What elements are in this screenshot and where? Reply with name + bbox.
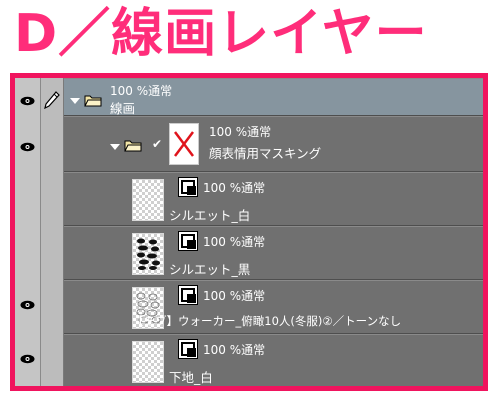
layer-thumbnail [132,179,164,221]
layer-list: 100 %通常 線画 ✔ 100 %通常 顔表情用マスキング 100 %通常 シ… [64,78,483,386]
check-icon[interactable]: ✔ [152,137,162,151]
raster-layer-icon [178,285,198,305]
expand-triangle-icon[interactable] [110,144,120,150]
layer-name: 線画 [110,101,136,116]
layer-name: シルエット_白 [169,208,251,223]
layer-row-face-mask[interactable]: ✔ 100 %通常 顔表情用マスキング [64,116,483,172]
layer-panel: 100 %通常 線画 ✔ 100 %通常 顔表情用マスキング 100 %通常 シ… [10,73,488,391]
folder-icon [84,95,102,107]
raster-layer-icon [178,231,198,251]
layer-row-mob-walker[interactable]: 100 %通常 【モブ】ウォーカー_俯瞰10人(冬服)②／トーンなし [64,280,483,334]
pen-icon[interactable] [44,91,60,109]
page-title: D／線画レイヤー [14,4,428,64]
layer-blend-mode: 100 %通常 [203,181,266,195]
layer-row-lineart[interactable]: 100 %通常 線画 [64,78,483,116]
layer-thumbnail [132,341,164,383]
layer-name: 【モブ】ウォーカー_俯瞰10人(冬服)②／トーンなし [132,314,402,328]
folder-icon [124,140,142,152]
layer-name: 顔表情用マスキング [209,146,322,161]
lock-column [41,78,64,386]
mask-thumbnail [169,123,199,165]
layer-name: シルエット_黒 [169,262,251,277]
expand-triangle-icon[interactable] [70,98,80,104]
layer-blend-mode: 100 %通常 [110,84,173,98]
visibility-column [15,78,41,386]
eye-icon[interactable] [20,96,35,106]
eye-icon[interactable] [20,142,35,152]
layer-blend-mode: 100 %通常 [209,125,272,139]
layer-name: 下地_白 [169,370,213,385]
layer-row-silhouette-black[interactable]: 100 %通常 シルエット_黒 [64,226,483,280]
eye-icon[interactable] [20,354,35,364]
layer-thumbnail [132,233,164,275]
raster-layer-icon [178,339,198,359]
raster-layer-icon [178,177,198,197]
layer-row-base-white[interactable]: 100 %通常 下地_白 [64,334,483,386]
layer-blend-mode: 100 %通常 [203,289,266,303]
layer-row-silhouette-white[interactable]: 100 %通常 シルエット_白 [64,172,483,226]
eye-icon[interactable] [20,300,35,310]
layer-blend-mode: 100 %通常 [203,235,266,249]
layer-blend-mode: 100 %通常 [203,343,266,357]
